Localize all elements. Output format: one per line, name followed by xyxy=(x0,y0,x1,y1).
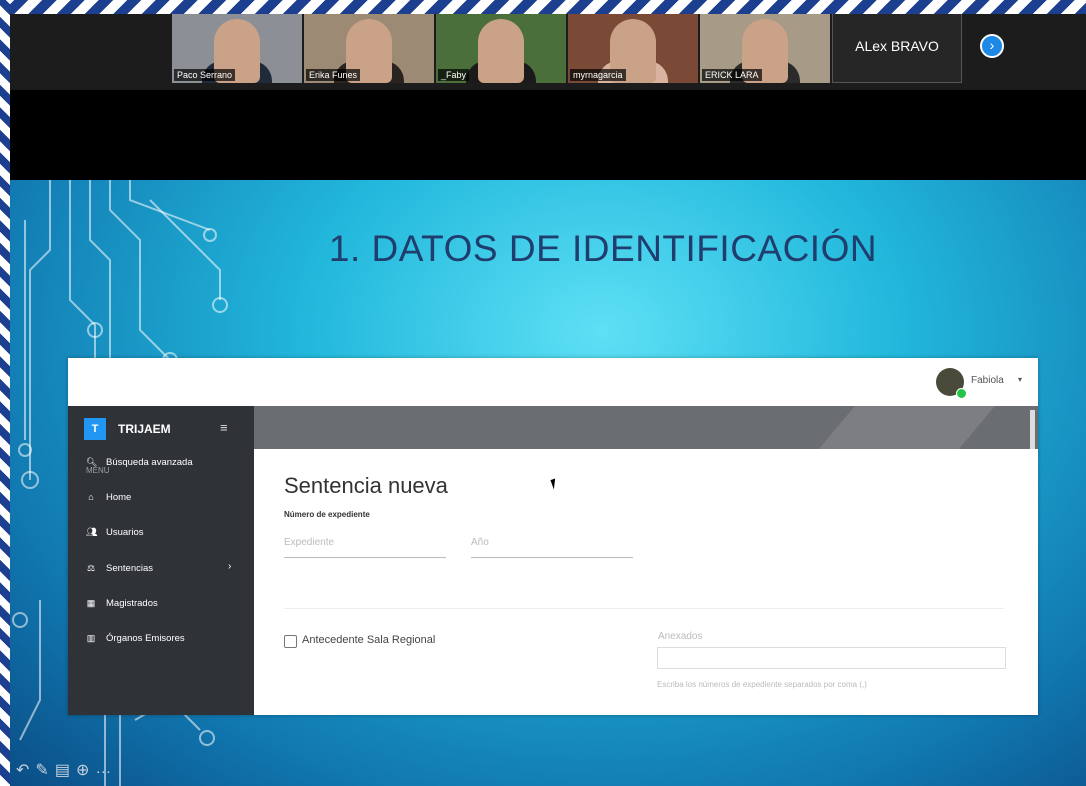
section-label: Número de expediente xyxy=(284,510,370,519)
participant-tile[interactable]: Paco Serrano xyxy=(172,9,302,83)
participant-name: _Faby xyxy=(438,69,470,81)
video-black-band xyxy=(10,90,1086,180)
anexados-label: Anexados xyxy=(658,631,703,642)
zoom-icon[interactable]: ⊕ xyxy=(76,760,89,780)
app-header: Fabiola ▾ xyxy=(68,358,1038,406)
participant-name: myrnagarcia xyxy=(570,69,626,81)
sidebar-item[interactable]: ⌂ Home xyxy=(86,488,131,506)
participant-face xyxy=(478,19,524,83)
presentation-slide: 1. DATOS DE IDENTIFICACIÓN Fabiola ▾ T T… xyxy=(10,180,1086,786)
participant-name: Paco Serrano xyxy=(174,69,236,81)
sidebar-item-label: Usuarios xyxy=(106,526,144,538)
app-window: Fabiola ▾ T TRIJAEM ≡ MENU 🔍︎ Búsqueda a… xyxy=(68,358,1038,715)
anexados-input[interactable] xyxy=(657,647,1006,669)
expediente-placeholder: Expediente xyxy=(284,537,335,548)
sidebar: T TRIJAEM ≡ MENU 🔍︎ Búsqueda avanzada ⌂ H… xyxy=(68,406,254,715)
anio-placeholder: Año xyxy=(471,537,489,548)
sidebar-item-label: Sentencias xyxy=(106,562,154,574)
participant-name: ALex BRAVO xyxy=(855,38,939,54)
sidebar-item[interactable]: ▦ Magistrados xyxy=(86,594,158,612)
id-card-icon: ▦ xyxy=(86,597,96,608)
sidebar-item[interactable]: 👥︎ Usuarios xyxy=(86,523,144,541)
checkbox-label[interactable]: Antecedente Sala Regional xyxy=(302,634,435,646)
user-name[interactable]: Fabiola xyxy=(971,375,1004,386)
sidebar-item-label: Órganos Emisores xyxy=(106,632,185,644)
brand-logo: T xyxy=(84,418,106,440)
brand-name: TRIJAEM xyxy=(118,422,171,436)
participant-tile[interactable]: Erika Funes xyxy=(304,9,434,83)
search-icon: 🔍︎ xyxy=(86,456,98,467)
building-icon: ▥ xyxy=(86,632,96,643)
sidebar-item-label: Búsqueda avanzada xyxy=(106,456,193,468)
presentation-tools: ↶ ✎ ▤ ⊕ … xyxy=(16,760,111,780)
pen-icon[interactable]: ✎ xyxy=(35,760,48,780)
participant-name: ERICK LARA xyxy=(702,69,762,81)
participant-tile-named[interactable]: ALex BRAVO xyxy=(832,9,962,83)
slide-title: 1. DATOS DE IDENTIFICACIÓN xyxy=(328,228,878,269)
scrollbar[interactable] xyxy=(1030,410,1035,454)
mouse-cursor-icon xyxy=(550,478,559,490)
antecedente-checkbox[interactable] xyxy=(284,635,297,648)
online-status-icon xyxy=(956,388,967,399)
divider xyxy=(284,608,1004,609)
chevron-right-icon[interactable]: › xyxy=(228,561,231,572)
collapse-menu-icon[interactable]: ≡ xyxy=(220,420,228,435)
sidebar-item-label: Magistrados xyxy=(106,597,158,609)
caret-down-icon[interactable]: ▾ xyxy=(1018,375,1022,384)
form-panel: Sentencia nueva Número de expediente Exp… xyxy=(254,449,1038,715)
screen: Paco Serrano Erika Funes _Faby myrnagarc… xyxy=(0,0,1086,786)
gavel-icon: ⚖ xyxy=(86,562,96,573)
back-arrow-icon[interactable]: ↶ xyxy=(16,760,29,780)
page-title: Sentencia nueva xyxy=(284,473,448,498)
sidebar-item[interactable]: ▥ Órganos Emisores xyxy=(86,629,185,647)
participant-tile[interactable]: ERICK LARA xyxy=(700,9,830,83)
participant-name: Erika Funes xyxy=(306,69,361,81)
expediente-field[interactable]: Expediente xyxy=(284,537,446,558)
users-icon: 👥︎ xyxy=(86,526,98,537)
anio-field[interactable]: Año xyxy=(471,537,633,558)
decorative-border-left xyxy=(0,0,10,786)
anexados-help: Escriba los números de expediente separa… xyxy=(657,680,867,689)
sidebar-item[interactable]: 🔍︎ Búsqueda avanzada xyxy=(86,453,193,471)
decorative-border-top xyxy=(0,0,1086,14)
sidebar-item[interactable]: ⚖ Sentencias xyxy=(86,559,153,577)
participant-tiles: Paco Serrano Erika Funes _Faby myrnagarc… xyxy=(172,9,962,83)
participant-tile[interactable]: _Faby xyxy=(436,9,566,83)
more-icon[interactable]: … xyxy=(95,760,111,780)
next-page-button[interactable]: › xyxy=(980,34,1004,58)
content-banner xyxy=(254,406,1038,449)
sidebar-item-label: Home xyxy=(106,491,132,503)
home-icon: ⌂ xyxy=(88,492,94,502)
slides-icon[interactable]: ▤ xyxy=(55,760,70,780)
brand[interactable]: T TRIJAEM xyxy=(84,418,171,440)
participant-tile[interactable]: myrnagarcia xyxy=(568,9,698,83)
